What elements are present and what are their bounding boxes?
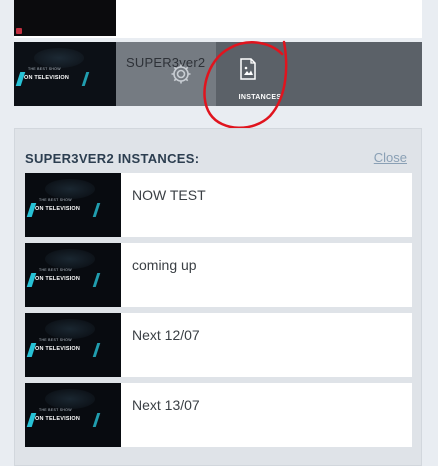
template-thumbnail: THE BEST SHOW ON TELEVISION <box>14 42 116 106</box>
instances-panel: SUPER3VER2 INSTANCES: Close THE BEST SHO… <box>14 128 422 466</box>
instance-name: Next 12/07 <box>132 327 200 343</box>
instance-thumbnail: THE BEST SHOW ON TELEVISION <box>25 383 121 447</box>
previous-template-thumbnail <box>14 0 116 36</box>
thumb-small-text: THE BEST SHOW <box>39 338 72 342</box>
instance-thumbnail: THE BEST SHOW ON TELEVISION <box>25 313 121 377</box>
thumb-main-text: ON TELEVISION <box>35 276 81 282</box>
instances-panel-title: SUPER3VER2 INSTANCES: <box>25 151 200 166</box>
thumb-accent-bar-right <box>81 72 90 86</box>
instance-item[interactable]: THE BEST SHOW ON TELEVISION Next 12/07 <box>25 313 412 377</box>
thumb-accent-bar-right <box>92 343 101 357</box>
instance-item[interactable]: THE BEST SHOW ON TELEVISION coming up <box>25 243 412 307</box>
thumb-glow <box>45 179 95 199</box>
thumb-small-text: THE BEST SHOW <box>39 268 72 272</box>
thumb-accent-bar-right <box>92 413 101 427</box>
template-row-super3ver2[interactable]: THE BEST SHOW ON TELEVISION SUPER3ver2 I… <box>14 42 422 106</box>
thumb-small-text: THE BEST SHOW <box>39 408 72 412</box>
thumb-accent-bar-right <box>92 273 101 287</box>
instance-thumbnail: THE BEST SHOW ON TELEVISION <box>25 173 121 237</box>
previous-template-card[interactable] <box>14 0 422 38</box>
image-file-icon <box>240 58 256 80</box>
thumb-glow <box>45 319 95 339</box>
instance-item[interactable]: THE BEST SHOW ON TELEVISION Next 13/07 <box>25 383 412 447</box>
thumb-small-text: THE BEST SHOW <box>28 67 61 71</box>
thumb-glow <box>45 389 95 409</box>
instance-item[interactable]: THE BEST SHOW ON TELEVISION NOW TEST <box>25 173 412 237</box>
template-name: SUPER3ver2 <box>126 55 206 70</box>
thumb-main-text: ON TELEVISION <box>35 206 81 212</box>
instance-name: NOW TEST <box>132 187 206 203</box>
thumb-small-text: THE BEST SHOW <box>39 198 72 202</box>
close-link[interactable]: Close <box>374 150 407 165</box>
thumb-accent-bar-right <box>92 203 101 217</box>
instances-button-label: INSTANCES <box>238 94 282 101</box>
thumb-glow <box>45 249 95 269</box>
instance-thumbnail: THE BEST SHOW ON TELEVISION <box>25 243 121 307</box>
gear-icon[interactable] <box>169 62 193 86</box>
thumb-main-text: ON TELEVISION <box>35 346 81 352</box>
thumb-main-text: ON TELEVISION <box>24 75 70 81</box>
thumb-glow <box>34 48 84 68</box>
instance-name: Next 13/07 <box>132 397 200 413</box>
thumb-main-text: ON TELEVISION <box>35 416 81 422</box>
instance-name: coming up <box>132 257 197 273</box>
